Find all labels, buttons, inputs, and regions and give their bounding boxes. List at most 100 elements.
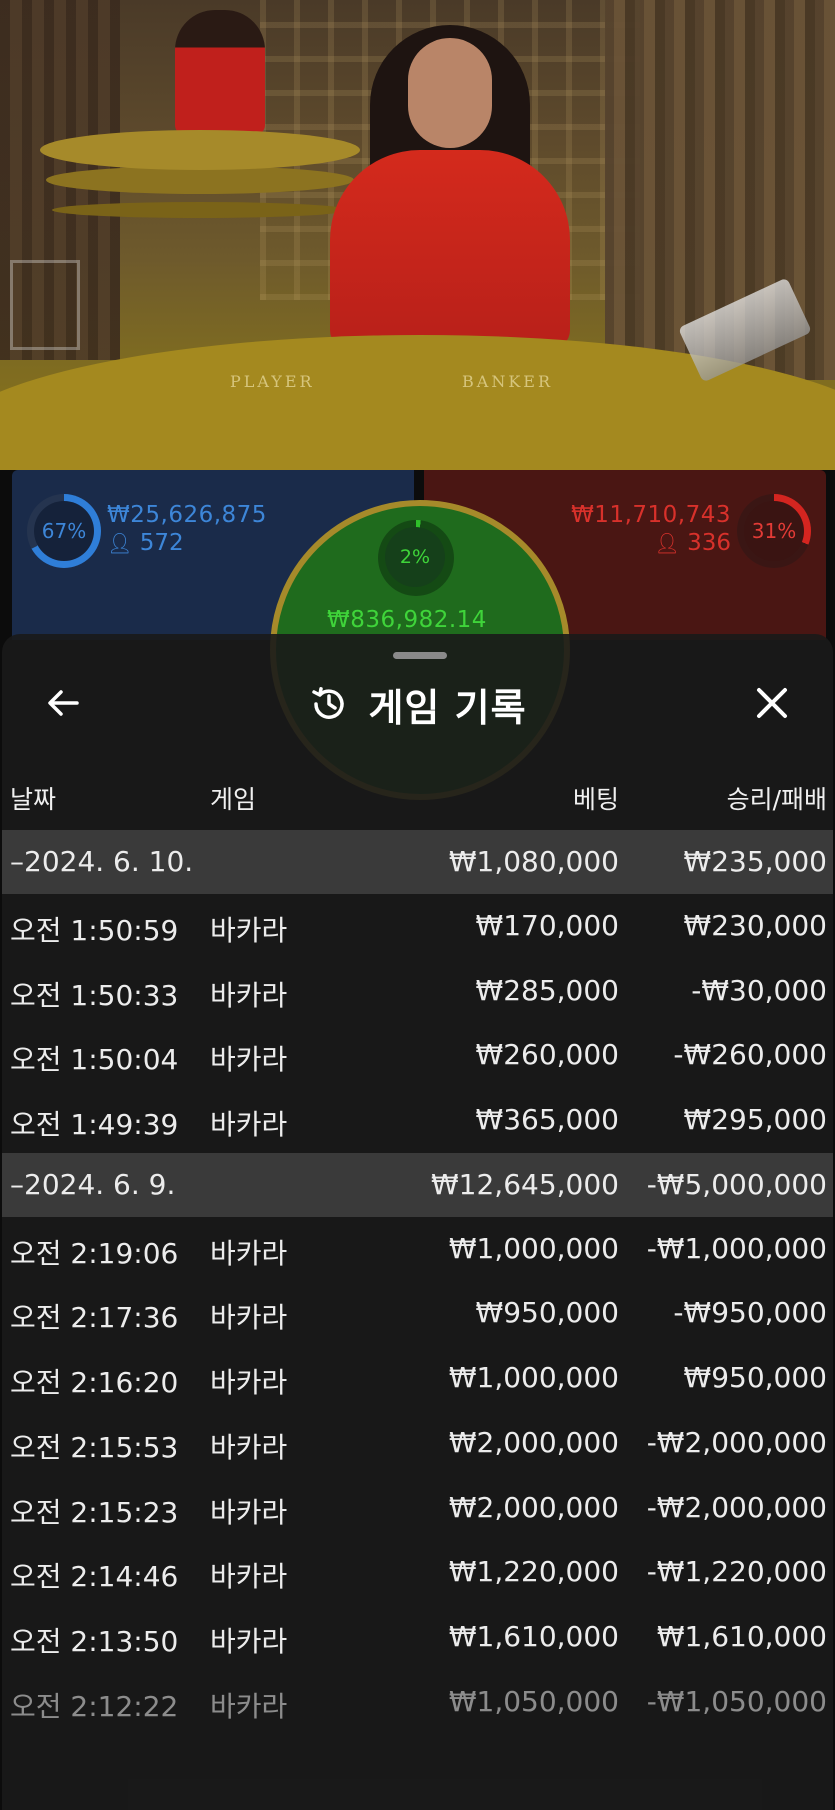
dealer-face bbox=[408, 38, 492, 148]
row-win-loss: -₩1,050,000 bbox=[646, 1684, 827, 1718]
row-win-loss: ₩230,000 bbox=[683, 909, 827, 942]
banker-bettor-count: 336 bbox=[687, 530, 731, 556]
person-icon: 👤︎ bbox=[107, 531, 133, 555]
history-row[interactable]: 오전 2:17:36 바카라 ₩950,000 -₩950,000 bbox=[2, 1281, 833, 1346]
history-row[interactable]: 오전 2:15:23 바카라 ₩2,000,000 -₩2,000,000 bbox=[2, 1476, 833, 1541]
row-date: 오전 2:19:06 bbox=[10, 1236, 179, 1270]
row-win-loss: ₩295,000 bbox=[683, 1103, 827, 1137]
row-game: 바카라 bbox=[210, 1043, 288, 1077]
row-bet-amount: ₩1,000,000 bbox=[448, 1231, 619, 1265]
history-row[interactable]: 오전 2:16:20 바카라 ₩1,000,000 ₩950,000 bbox=[2, 1346, 833, 1411]
row-game: 바카라 bbox=[210, 1624, 288, 1658]
row-game: 바카라 bbox=[210, 1689, 288, 1723]
row-win-loss: -₩260,000 bbox=[673, 1038, 827, 1072]
row-date: –2024. 6. 9. bbox=[10, 1167, 176, 1201]
row-date: 오전 2:15:53 bbox=[10, 1430, 179, 1464]
background-table bbox=[40, 130, 360, 170]
row-game: 바카라 bbox=[210, 1366, 288, 1400]
sheet-header: 게임 기록 bbox=[2, 678, 833, 730]
row-date: –2024. 6. 10. bbox=[10, 845, 194, 878]
row-game: 바카라 bbox=[210, 1301, 288, 1335]
row-win-loss: ₩950,000 bbox=[683, 1361, 827, 1395]
banker-percent-ring: 31% bbox=[737, 494, 811, 568]
row-game: 바카라 bbox=[210, 1495, 288, 1529]
row-bet-amount: ₩1,050,000 bbox=[448, 1684, 619, 1718]
player-bettor-count: 572 bbox=[139, 530, 184, 556]
dealer-body bbox=[330, 150, 570, 350]
row-win-loss: -₩2,000,000 bbox=[646, 1490, 827, 1524]
background-dealer bbox=[175, 10, 265, 135]
history-date-group-row: –2024. 6. 9. ₩12,645,000 -₩5,000,000 bbox=[2, 1152, 833, 1217]
history-row[interactable]: 오전 2:14:46 바카라 ₩1,220,000 -₩1,220,000 bbox=[2, 1540, 833, 1605]
history-table-header: 날짜 게임 베팅 승리/패배 bbox=[2, 772, 833, 822]
close-button[interactable] bbox=[747, 678, 797, 728]
history-row[interactable]: 오전 1:50:33 바카라 ₩285,000 -₩30,000 bbox=[2, 959, 833, 1024]
row-date: 오전 2:16:20 bbox=[10, 1366, 179, 1400]
row-win-loss: -₩2,000,000 bbox=[646, 1425, 827, 1459]
history-list[interactable]: –2024. 6. 10. ₩1,080,000 ₩235,000 오전 1:50:5… bbox=[2, 830, 833, 1734]
history-row[interactable]: 오전 1:50:59 바카라 ₩170,000 ₩230,000 bbox=[2, 894, 833, 959]
row-bet-amount: ₩2,000,000 bbox=[448, 1490, 619, 1524]
history-row[interactable]: 오전 2:12:22 바카라 ₩1,050,000 -₩1,050,000 bbox=[2, 1670, 833, 1735]
row-bet-amount: ₩365,000 bbox=[475, 1103, 619, 1137]
row-bet-amount: ₩1,220,000 bbox=[448, 1555, 619, 1589]
discard-box bbox=[10, 260, 80, 350]
row-date: 오전 2:15:23 bbox=[10, 1495, 179, 1529]
sheet-drag-handle[interactable] bbox=[393, 652, 447, 659]
tie-total-bet: ₩836,982.14 bbox=[327, 607, 487, 633]
history-clock-icon bbox=[312, 687, 345, 719]
row-bet-amount: ₩260,000 bbox=[475, 1038, 619, 1072]
row-game: 바카라 bbox=[210, 1560, 288, 1594]
row-bet-amount: ₩2,000,000 bbox=[448, 1425, 619, 1459]
row-win-loss: ₩235,000 bbox=[683, 845, 827, 878]
row-game: 바카라 bbox=[210, 978, 288, 1012]
history-row[interactable]: 오전 2:15:53 바카라 ₩2,000,000 -₩2,000,000 bbox=[2, 1411, 833, 1476]
row-bet-amount: ₩170,000 bbox=[475, 909, 619, 942]
live-dealer-video: PLAYER BANKER bbox=[0, 0, 835, 470]
row-game: 바카라 bbox=[210, 1236, 288, 1270]
row-date: 오전 1:50:04 bbox=[10, 1043, 179, 1077]
row-win-loss: -₩30,000 bbox=[691, 973, 827, 1007]
close-icon bbox=[757, 688, 787, 718]
row-date: 오전 2:17:36 bbox=[10, 1301, 179, 1335]
row-bet-amount: ₩1,610,000 bbox=[448, 1619, 619, 1653]
history-row[interactable]: 오전 2:13:50 바카라 ₩1,610,000 ₩1,610,000 bbox=[2, 1605, 833, 1670]
row-bet-amount: ₩950,000 bbox=[475, 1296, 619, 1330]
banker-bettor-count-row: 👤︎ 336 bbox=[654, 530, 731, 556]
player-bettor-count-row: 👤︎ 572 bbox=[107, 530, 184, 556]
column-game: 게임 bbox=[210, 785, 257, 814]
row-date: 오전 1:49:39 bbox=[10, 1108, 179, 1142]
row-bet-amount: ₩1,080,000 bbox=[448, 845, 619, 878]
player-percent: 67% bbox=[34, 501, 94, 561]
row-win-loss: -₩950,000 bbox=[673, 1296, 827, 1330]
row-date: 오전 2:13:50 bbox=[10, 1624, 179, 1658]
player-percent-ring: 67% bbox=[27, 494, 101, 568]
row-win-loss: ₩1,610,000 bbox=[656, 1619, 827, 1653]
column-result: 승리/패배 bbox=[726, 785, 827, 814]
row-win-loss: -₩1,000,000 bbox=[646, 1231, 827, 1265]
felt-player-label: PLAYER bbox=[230, 372, 315, 391]
row-game: 바카라 bbox=[210, 1430, 288, 1464]
row-date: 오전 2:14:46 bbox=[10, 1560, 179, 1594]
sheet-title: 게임 기록 bbox=[368, 685, 527, 730]
banker-percent: 31% bbox=[744, 501, 804, 561]
column-date: 날짜 bbox=[10, 785, 57, 814]
person-icon: 👤︎ bbox=[654, 531, 680, 555]
history-row[interactable]: 오전 2:19:06 바카라 ₩1,000,000 -₩1,000,000 bbox=[2, 1217, 833, 1282]
player-total-bet: ₩25,626,875 bbox=[107, 502, 267, 528]
history-row[interactable]: 오전 1:50:04 바카라 ₩260,000 -₩260,000 bbox=[2, 1023, 833, 1088]
row-date: 오전 1:50:59 bbox=[10, 914, 179, 947]
column-bet: 베팅 bbox=[572, 785, 619, 814]
tie-percent-ring: 2% bbox=[378, 520, 454, 596]
row-bet-amount: ₩12,645,000 bbox=[430, 1167, 619, 1201]
row-date: 오전 2:12:22 bbox=[10, 1689, 179, 1723]
history-row[interactable]: 오전 1:49:39 바카라 ₩365,000 ₩295,000 bbox=[2, 1088, 833, 1153]
tie-percent: 2% bbox=[385, 527, 445, 587]
game-history-sheet: 게임 기록 날짜 게임 베팅 승리/패배 –2024. 6. 10. ₩1,080… bbox=[2, 634, 833, 1810]
felt-banker-label: BANKER bbox=[462, 372, 553, 391]
row-date: 오전 1:50:33 bbox=[10, 978, 179, 1012]
row-bet-amount: ₩285,000 bbox=[475, 973, 619, 1007]
row-win-loss: -₩1,220,000 bbox=[646, 1555, 827, 1589]
history-date-group-row: –2024. 6. 10. ₩1,080,000 ₩235,000 bbox=[2, 830, 833, 894]
row-win-loss: -₩5,000,000 bbox=[646, 1167, 827, 1201]
